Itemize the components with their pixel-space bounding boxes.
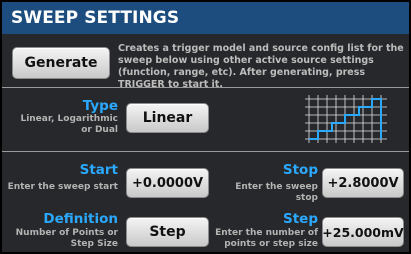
step-value-button[interactable]: +25.000mV (322, 217, 404, 247)
stop-value: +2.8000V (327, 175, 399, 191)
divider (2, 151, 409, 152)
generate-button[interactable]: Generate (12, 47, 110, 79)
type-title: Type (82, 98, 118, 114)
stop-value-button[interactable]: +2.8000V (322, 168, 404, 198)
step-title: Step (283, 211, 318, 227)
definition-subtitle-line1: Number of Points or (15, 228, 118, 238)
type-button-value: Linear (142, 110, 193, 126)
start-value: +0.0000V (131, 175, 204, 191)
start-title: Start (79, 162, 118, 178)
stop-title: Stop (282, 162, 318, 178)
generate-button-label: Generate (24, 55, 98, 71)
page-title: SWEEP SETTINGS (11, 8, 180, 28)
start-value-button[interactable]: +0.0000V (126, 168, 209, 198)
title-bar: SWEEP SETTINGS (2, 2, 409, 34)
stop-subtitle: Enter the sweep stop (235, 182, 318, 203)
start-subtitle: Enter the sweep start (7, 182, 118, 192)
definition-button[interactable]: Step (126, 217, 209, 247)
type-subtitle-line1: Linear, Logarithmic (20, 114, 118, 124)
type-subtitle-line2: or Dual (81, 125, 118, 135)
step-subtitle-line2: points or step size (224, 239, 318, 249)
generate-description: Creates a trigger model and source confi… (118, 43, 404, 90)
type-button[interactable]: Linear (126, 103, 209, 133)
staircase-sweep-graph-icon (305, 95, 387, 143)
sweep-settings-screen: SWEEP SETTINGS Generate Creates a trigge… (2, 2, 409, 252)
definition-subtitle-line2: Step Size (70, 239, 118, 249)
definition-title: Definition (43, 211, 118, 227)
divider (2, 87, 409, 88)
definition-value: Step (149, 224, 186, 240)
step-subtitle-line1: Enter the number of (215, 228, 318, 238)
step-value: +25.000mV (322, 224, 404, 240)
